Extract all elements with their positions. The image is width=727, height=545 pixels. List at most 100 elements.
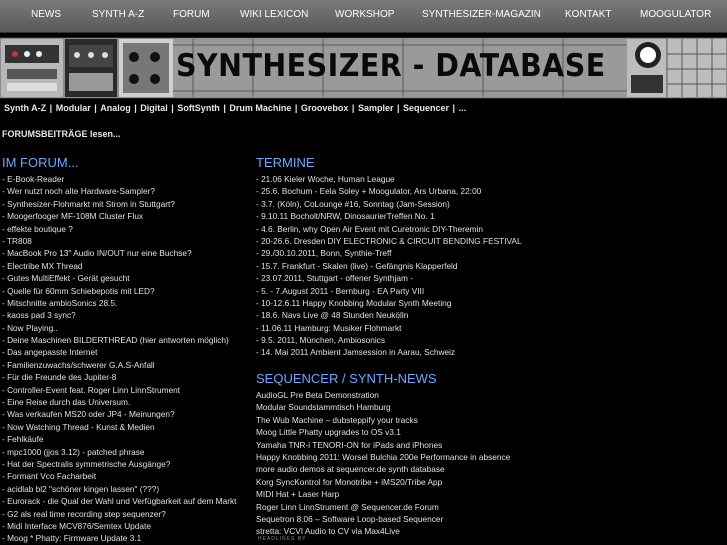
nav-forum[interactable]: FORUM [173, 9, 210, 20]
event-link[interactable]: - 21.06 Kieler Woche, Human League [256, 174, 395, 184]
forum-list: - E-Book-Reader - Wer nutzt noch alte Har… [2, 173, 252, 545]
news-link[interactable]: The Wub Machine – dubsteppify your track… [256, 415, 418, 425]
event-link[interactable]: - 15.7. Frankfurt - Skalen (live) - Gefä… [256, 261, 458, 271]
list-item: more audio demos at sequencer.de synth d… [256, 463, 556, 475]
list-item: - 11.06.11 Hamburg: Musiker Flohmarkt [256, 322, 556, 334]
news-link[interactable]: Roger Linn LinnStrument @ Sequencer.de F… [256, 502, 439, 512]
list-item: - Für die Freunde des Jupiter-8 [2, 371, 252, 383]
forum-thread-link[interactable]: - Electribe MX Thread [2, 261, 83, 271]
forum-posts-link[interactable]: FORUMSBEITRÄGE lesen... [2, 129, 121, 139]
event-link[interactable]: - 18.6. Navs Live @ 48 Stunden Neukölln [256, 310, 408, 320]
forum-thread-link[interactable]: - Familienzuwachs/schwerer G.A.S-Anfall [2, 360, 155, 370]
news-link[interactable]: more audio demos at sequencer.de synth d… [256, 464, 445, 474]
forum-thread-link[interactable]: - effekte boutique ? [2, 224, 73, 234]
nav-news[interactable]: NEWS [31, 9, 61, 20]
list-item: Moog Little Phatty upgrades to OS v3.1 [256, 426, 556, 438]
forum-thread-link[interactable]: - Quelle für 60mm Schiebepotis mit LED? [2, 286, 155, 296]
cat-sampler[interactable]: Sampler [358, 103, 394, 113]
headlines-logo: HEADLINES BY [258, 536, 307, 542]
event-link[interactable]: - 23.07.2011, Stuttgart - offener Synthj… [256, 273, 413, 283]
forum-thread-link[interactable]: - E-Book-Reader [2, 174, 64, 184]
forum-thread-link[interactable]: - Mitschnitte ambioSonics 28.5. [2, 298, 117, 308]
cat-drum-machine[interactable]: Drum Machine [229, 103, 291, 113]
nav-workshop[interactable]: WORKSHOP [335, 9, 394, 20]
news-link[interactable]: Yamaha TNR-i TENORI-ON for iPads and iPh… [256, 440, 442, 450]
forum-thread-link[interactable]: - Synthesizer-Flohmarkt mit Strom in Stu… [2, 199, 175, 209]
forum-thread-link[interactable]: - Moogerfooger MF-108M Cluster Flux [2, 211, 143, 221]
top-navigation: NEWS SYNTH A-Z FORUM WIKI LEXICON WORKSH… [0, 0, 727, 33]
list-item: - Das angepasste Internet [2, 346, 252, 358]
forum-thread-link[interactable]: - Midi Interface MCV876/Semtex Update [2, 521, 151, 531]
list-item: - Synthesizer-Flohmarkt mit Strom in Stu… [2, 198, 252, 210]
list-item: Happy Knobbing 2011: Worsel Bulchia 200e… [256, 451, 556, 463]
cat-more[interactable]: ... [459, 103, 467, 113]
list-item: - Midi Interface MCV876/Semtex Update [2, 520, 252, 532]
forum-thread-link[interactable]: - Hat der Spectralis symmetrische Ausgän… [2, 459, 170, 469]
forum-thread-link[interactable]: - Gutes MultiEffekt - Gerät gesucht [2, 273, 130, 283]
news-link[interactable]: Modular Soundstammtisch Hamburg [256, 402, 391, 412]
forum-thread-link[interactable]: - Now Playing.. [2, 323, 58, 333]
forum-thread-link[interactable]: - Was verkaufen MS20 oder JP4 - Meinunge… [2, 409, 175, 419]
event-link[interactable]: - 20-26.6. Dresden DIY ELECTRONIC & CIRC… [256, 236, 522, 246]
forum-thread-link[interactable]: - kaoss pad 3 sync? [2, 310, 76, 320]
event-link[interactable]: - 10-12.6.11 Happy Knobbing Modular Synt… [256, 298, 451, 308]
list-item: - Deine Maschinen BILDERTHREAD (hier ant… [2, 334, 252, 346]
forum-thread-link[interactable]: - Eurorack - die Qual der Wahl und Verfü… [2, 496, 236, 506]
nav-kontakt[interactable]: KONTAKT [565, 9, 611, 20]
news-link[interactable]: stretta: VCVI Audio to CV via Max4Live [256, 526, 400, 536]
forum-thread-link[interactable]: - Das angepasste Internet [2, 347, 97, 357]
list-item: - 23.07.2011, Stuttgart - offener Synthj… [256, 272, 556, 284]
event-link[interactable]: - 5. - 7.August 2011 - Bernburg - EA Par… [256, 286, 424, 296]
news-link[interactable]: MIDI Hat + Laser Harp [256, 489, 339, 499]
list-item: Yamaha TNR-i TENORI-ON for iPads and iPh… [256, 439, 556, 451]
forum-thread-link[interactable]: - Wer nutzt noch alte Hardware-Sampler? [2, 186, 155, 196]
event-link[interactable]: - 11.06.11 Hamburg: Musiker Flohmarkt [256, 323, 401, 333]
forum-thread-link[interactable]: - Controller-Event feat. Roger Linn Linn… [2, 385, 180, 395]
forum-thread-link[interactable]: - Formant Vco Facharbeit [2, 471, 96, 481]
forum-thread-link[interactable]: - Für die Freunde des Jupiter-8 [2, 372, 116, 382]
forum-thread-link[interactable]: - acidlab bl2 "schöner kingen lassen" (?… [2, 484, 159, 494]
list-item: MIDI Hat + Laser Harp [256, 488, 556, 500]
news-link[interactable]: Moog Little Phatty upgrades to OS v3.1 [256, 427, 401, 437]
news-link[interactable]: Happy Knobbing 2011: Worsel Bulchia 200e… [256, 452, 510, 462]
list-item: - 20-26.6. Dresden DIY ELECTRONIC & CIRC… [256, 235, 556, 247]
cat-digital[interactable]: Digital [140, 103, 168, 113]
forum-thread-link[interactable]: - mpc1000 (jjos 3.12) - patched phrase [2, 447, 145, 457]
list-item: - Wer nutzt noch alte Hardware-Sampler? [2, 185, 252, 197]
cat-groovebox[interactable]: Groovebox [301, 103, 349, 113]
news-link[interactable]: Sequetron 8.06 – Software Loop-based Seq… [256, 514, 443, 524]
cat-synth-a-z[interactable]: Synth A-Z [4, 103, 46, 113]
cat-modular[interactable]: Modular [56, 103, 91, 113]
forum-thread-link[interactable]: - Deine Maschinen BILDERTHREAD (hier ant… [2, 335, 229, 345]
termine-heading: TERMINE [256, 155, 315, 170]
forum-thread-link[interactable]: - Now Watching Thread - Kunst & Medien [2, 422, 155, 432]
news-link[interactable]: Korg SyncKontrol for Monotribe + iMS20/T… [256, 477, 442, 487]
event-link[interactable]: - 9.10.11 Bocholt/NRW, DinosaurierTreffe… [256, 211, 435, 221]
forum-thread-link[interactable]: - MacBook Pro 13" Audio IN/OUT nur eine … [2, 248, 192, 258]
event-link[interactable]: - 3.7. (Köln), CoLounge #16, Sonntag (Ja… [256, 199, 450, 209]
event-link[interactable]: - 14. Mai 2011 Ambient Jamsession in Aar… [256, 347, 455, 357]
news-link[interactable]: AudioGL Pre Beta Demonstration [256, 390, 379, 400]
cat-sequencer[interactable]: Sequencer [403, 103, 449, 113]
nav-synthesizer-magazin[interactable]: SYNTHESIZER-MAGAZIN [422, 9, 541, 20]
nav-moogulator[interactable]: MOOGULATOR [640, 9, 711, 20]
nav-wiki-lexicon[interactable]: WIKI LEXICON [240, 9, 308, 20]
event-link[interactable]: - 9.5. 2011, München, Ambiosonics [256, 335, 385, 345]
list-item: - 18.6. Navs Live @ 48 Stunden Neukölln [256, 309, 556, 321]
forum-thread-link[interactable]: - TR808 [2, 236, 32, 246]
header-banner: SYNTHESIZER - DATABASE [0, 37, 727, 99]
event-link[interactable]: - 29./30.10.2011, Bonn, Synthie-Treff [256, 248, 391, 258]
forum-thread-link[interactable]: - Moog * Phatty: Firmware Update 3.1 [2, 533, 141, 543]
list-item: - 9.5. 2011, München, Ambiosonics [256, 334, 556, 346]
event-link[interactable]: - 4.6. Berlin, why Open Air Event mit Cu… [256, 224, 483, 234]
forum-thread-link[interactable]: - Fehlkäufe [2, 434, 44, 444]
list-item: - Electribe MX Thread [2, 260, 252, 272]
forum-thread-link[interactable]: - G2 als real time recording step sequen… [2, 509, 166, 519]
nav-synth-a-z[interactable]: SYNTH A-Z [92, 9, 144, 20]
cat-softsynth[interactable]: SoftSynth [177, 103, 220, 113]
cat-analog[interactable]: Analog [100, 103, 131, 113]
event-link[interactable]: - 25.6. Bochum - Eela Soley + Moogulator… [256, 186, 481, 196]
list-item: - 9.10.11 Bocholt/NRW, DinosaurierTreffe… [256, 210, 556, 222]
forum-thread-link[interactable]: - Eine Reise durch das Universum. [2, 397, 130, 407]
forum-heading: IM FORUM... [2, 155, 79, 170]
